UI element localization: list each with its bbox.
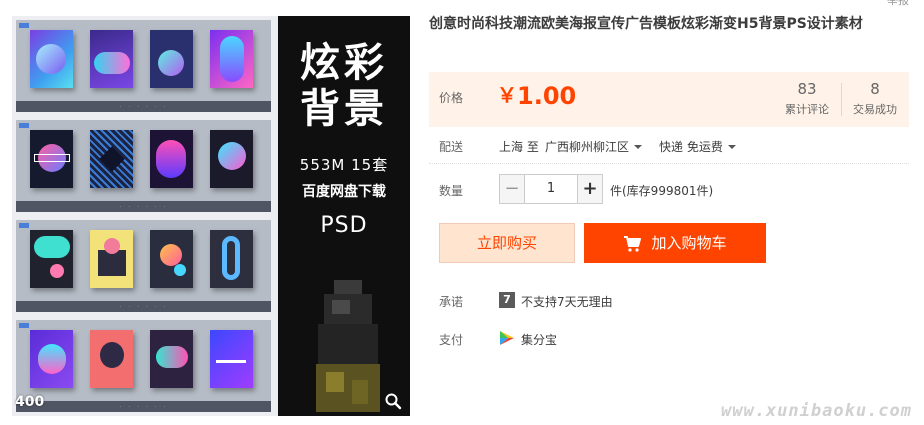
mockup-caption: · · · · · · bbox=[16, 101, 271, 112]
pixelated-figure bbox=[308, 280, 388, 414]
row-tag bbox=[19, 123, 29, 128]
quantity-minus-button[interactable]: − bbox=[499, 174, 525, 204]
poster-card bbox=[90, 30, 133, 88]
shipping-label: 配送 bbox=[439, 140, 464, 154]
banner-title-line2: 背景 bbox=[300, 86, 388, 132]
poster-card bbox=[30, 30, 73, 88]
poster-card bbox=[90, 230, 133, 288]
site-watermark: www.xunibaoku.com bbox=[721, 401, 912, 421]
product-title: 创意时尚科技潮流欧美海报宣传广告模板炫彩渐变H5背景PS设计素材 bbox=[429, 16, 863, 32]
stat-divider bbox=[841, 83, 842, 116]
mockup-row: · · · · · · bbox=[16, 220, 271, 312]
trades-stat: 8 交易成功 bbox=[843, 80, 907, 117]
reviews-count: 83 bbox=[797, 80, 817, 98]
add-to-cart-button[interactable]: 加入购物车 bbox=[584, 223, 766, 263]
buy-now-button[interactable]: 立即购买 bbox=[439, 223, 575, 263]
poster-card bbox=[90, 130, 133, 188]
price-label: 价格 bbox=[439, 91, 464, 105]
product-main-image[interactable]: · · · · · · · · · · · · · · · · · · · · … bbox=[12, 16, 410, 416]
payment-text: 集分宝 bbox=[521, 333, 558, 347]
poster-card bbox=[90, 330, 133, 388]
shipping-destination: 广西柳州柳江区 bbox=[545, 140, 630, 154]
row-tag bbox=[19, 323, 29, 328]
trades-label: 交易成功 bbox=[853, 103, 897, 116]
row-tag bbox=[19, 23, 29, 28]
poster-card bbox=[150, 30, 193, 88]
poster-card bbox=[150, 230, 193, 288]
banner-title-line1: 炫彩 bbox=[300, 40, 388, 86]
reviews-label: 累计评论 bbox=[785, 103, 829, 116]
banner-storage: 百度网盘下载 bbox=[302, 184, 386, 200]
promo-banner: 炫彩 背景 553M 15套 百度网盘下载 PSD bbox=[278, 16, 410, 416]
currency-symbol: ￥ bbox=[497, 83, 517, 107]
zoom-icon[interactable] bbox=[384, 392, 402, 410]
poster-card bbox=[210, 330, 253, 388]
mockup-row: · · · · · · bbox=[16, 120, 271, 212]
poster-card bbox=[150, 130, 193, 188]
quantity-input[interactable]: 1 bbox=[525, 174, 577, 204]
jifenbao-icon bbox=[500, 331, 514, 345]
poster-card bbox=[210, 230, 253, 288]
price-panel: 价格 ￥1.00 83 累计评论 8 交易成功 bbox=[429, 72, 909, 127]
shipping-method: 快递 免运费 bbox=[659, 140, 723, 154]
cart-icon bbox=[624, 236, 642, 252]
chevron-down-icon bbox=[634, 145, 643, 149]
shipping-method-select[interactable]: 快递 免运费 bbox=[659, 138, 736, 155]
shipping-destination-select[interactable]: 广西柳州柳江区 bbox=[545, 138, 643, 155]
seven-day-icon: 7 bbox=[499, 292, 515, 308]
mockup-row: · · · · · · bbox=[16, 320, 271, 412]
row-tag bbox=[19, 223, 29, 228]
price-amount: 1.00 bbox=[517, 82, 577, 110]
chevron-down-icon bbox=[727, 145, 736, 149]
shipping-origin: 上海 至 bbox=[499, 140, 539, 154]
poster-card bbox=[30, 230, 73, 288]
reviews-stat[interactable]: 83 累计评论 bbox=[775, 80, 839, 117]
poster-mockups: · · · · · · · · · · · · · · · · · · · · … bbox=[12, 16, 278, 416]
poster-card bbox=[30, 130, 73, 188]
trades-count: 8 bbox=[870, 80, 880, 98]
banner-format: PSD bbox=[320, 213, 368, 238]
quantity-label: 数量 bbox=[439, 184, 464, 198]
price-value: ￥1.00 bbox=[497, 79, 576, 110]
banner-spec: 553M 15套 bbox=[299, 156, 389, 174]
shipping-row: 配送 上海 至 广西柳州柳江区 快递 免运费 bbox=[429, 136, 909, 164]
poster-card bbox=[210, 130, 253, 188]
quantity-plus-button[interactable]: + bbox=[577, 174, 603, 204]
mockup-caption: · · · · · · bbox=[16, 401, 271, 412]
image-count-badge: 400 bbox=[15, 394, 45, 410]
stock-info: 件(库存999801件) bbox=[610, 184, 714, 198]
poster-card bbox=[30, 330, 73, 388]
product-details: 举报 创意时尚科技潮流欧美海报宣传广告模板炫彩渐变H5背景PS设计素材 价格 ￥… bbox=[429, 0, 919, 425]
mockup-caption: · · · · · · bbox=[16, 201, 271, 212]
payment-label: 支付 bbox=[439, 333, 464, 347]
report-link[interactable]: 举报 bbox=[887, 0, 909, 8]
poster-card bbox=[150, 330, 193, 388]
poster-card bbox=[210, 30, 253, 88]
promise-text: 不支持7天无理由 bbox=[521, 295, 613, 309]
add-to-cart-label: 加入购物车 bbox=[651, 234, 727, 252]
mockup-caption: · · · · · · bbox=[16, 301, 271, 312]
mockup-row: · · · · · · bbox=[16, 20, 271, 112]
promise-label: 承诺 bbox=[439, 295, 464, 309]
